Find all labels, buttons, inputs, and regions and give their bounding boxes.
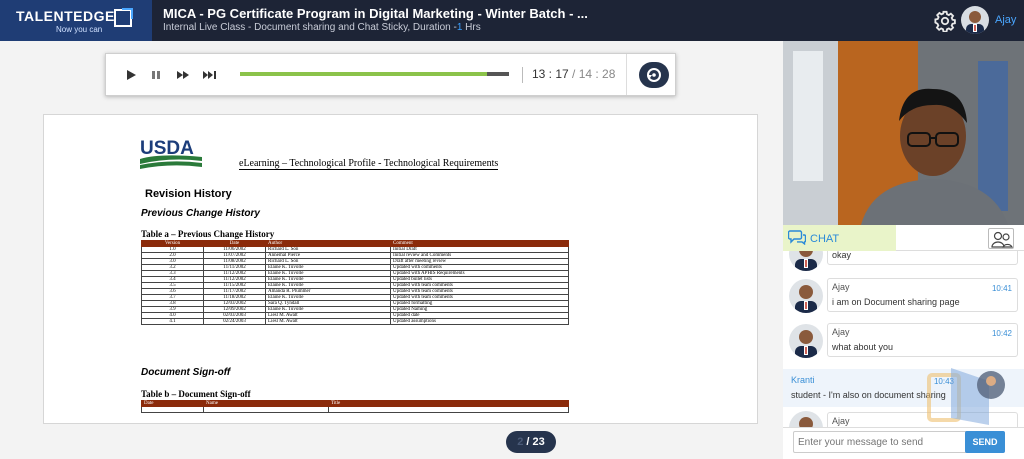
table-row — [141, 406, 569, 413]
table-cell: Updated assumptions — [390, 318, 569, 325]
table-b-caption: Table b – Document Sign-off — [141, 389, 251, 399]
chat-header: CHAT — [783, 225, 1024, 251]
shared-document[interactable]: USDA eLearning – Technological Profile -… — [43, 114, 758, 424]
document-heading: eLearning – Technological Profile - Tech… — [239, 158, 499, 170]
sender-avatar — [789, 324, 823, 358]
pause-icon[interactable] — [149, 68, 163, 82]
total-time: / 14 : 28 — [568, 67, 616, 81]
signoff-table: Date Name Title — [141, 400, 569, 413]
playback-progress-bar[interactable] — [240, 72, 509, 76]
time-divider — [522, 67, 523, 83]
sender-name: Ajay — [832, 327, 850, 337]
table-cell — [141, 406, 204, 413]
progress-fill — [240, 72, 488, 76]
chat-bubbles-icon — [788, 230, 806, 245]
message-time: 10:42 — [991, 329, 1012, 338]
replay-icon — [647, 68, 661, 82]
participants-icon — [991, 231, 1014, 248]
document-signoff-title: Document Sign-off — [141, 367, 231, 378]
previous-change-title: Previous Change History — [141, 208, 260, 219]
gear-icon[interactable] — [934, 10, 956, 32]
message-input[interactable] — [793, 431, 968, 453]
logo-tagline: Now you can — [56, 25, 103, 34]
current-time: 13 : 17 — [532, 67, 569, 81]
sender-name: Ajay — [832, 282, 850, 292]
revision-history-title: Revision History — [145, 188, 232, 200]
replay-button[interactable] — [639, 62, 669, 88]
subtitle-text: Internal Live Class - Document sharing a… — [163, 22, 457, 33]
current-page: 2 — [517, 436, 524, 448]
class-title: MICA - PG Certificate Program in Digital… — [163, 6, 588, 21]
message-text: okay — [832, 251, 852, 260]
message-time: 10:41 — [991, 284, 1012, 293]
presenter-video — [783, 41, 1024, 225]
floating-notification-icon — [927, 368, 1005, 425]
sender-avatar — [789, 411, 823, 427]
class-subtitle: Internal Live Class - Document sharing a… — [163, 22, 481, 33]
table-cell — [203, 406, 329, 413]
chat-tab-label: CHAT — [810, 233, 840, 245]
skip-end-icon[interactable] — [203, 68, 217, 82]
talentedge-logo[interactable]: TALENTEDGE Now you can — [0, 0, 152, 41]
participants-button[interactable] — [988, 228, 1014, 249]
table-cell — [328, 406, 569, 413]
chat-tab[interactable]: CHAT — [783, 225, 896, 251]
logo-mark-icon — [114, 8, 133, 27]
table-cell: Liesl M. Awalt — [265, 318, 391, 325]
play-icon[interactable] — [124, 68, 138, 82]
duration-unit: Hrs — [462, 22, 481, 33]
message-bubble: Ajay 10:41 i am on Document sharing page — [827, 278, 1018, 312]
message-text: what about you — [832, 342, 894, 352]
table-cell: 4.1 — [141, 318, 204, 325]
sender-name: Ajay — [832, 416, 850, 426]
playback-controls: 13 : 17 / 14 : 28 — [105, 53, 676, 96]
usda-logo: USDA — [140, 137, 202, 171]
time-display: 13 : 17 / 14 : 28 — [532, 67, 615, 81]
message-bubble: Ajay 10:42 what about you — [827, 323, 1018, 357]
user-avatar[interactable] — [961, 6, 989, 34]
fast-forward-icon[interactable] — [176, 68, 190, 82]
user-name[interactable]: Ajay — [995, 14, 1016, 26]
top-bar: TALENTEDGE Now you can MICA - PG Certifi… — [0, 0, 1024, 41]
change-history-table: Version Date Author Comment 1.0 11/06/2002 Ri… — [141, 240, 569, 325]
total-pages: / 23 — [526, 436, 545, 448]
sender-avatar — [789, 279, 823, 313]
message-input-bar: SEND — [783, 427, 1024, 459]
replay-divider — [626, 54, 627, 95]
sender-avatar — [789, 251, 823, 271]
page-indicator[interactable]: 2 / 23 — [506, 431, 556, 453]
send-button[interactable]: SEND — [965, 431, 1005, 453]
logo-name: TALENTEDGE — [16, 8, 115, 24]
table-cell: 02/24/2003 — [203, 318, 266, 325]
message-text: i am on Document sharing page — [832, 297, 960, 307]
message-bubble: okay — [827, 251, 1018, 265]
sender-name: Kranti — [791, 375, 815, 385]
table-a-caption: Table a – Previous Change History — [141, 229, 275, 239]
table-row: 4.1 02/24/2003 Liesl M. Awalt Updated assum… — [141, 318, 569, 325]
